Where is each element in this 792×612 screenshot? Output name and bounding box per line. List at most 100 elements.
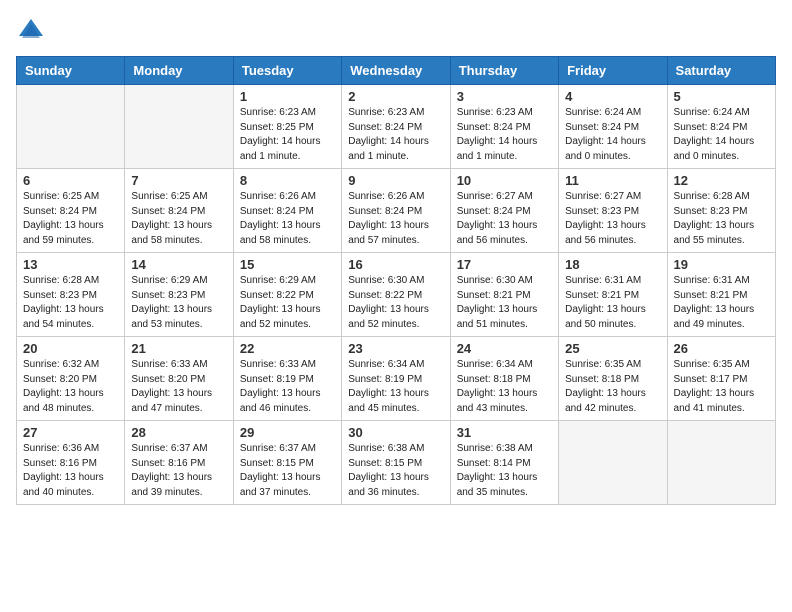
day-detail: Sunrise: 6:28 AM Sunset: 8:23 PM Dayligh… <box>674 190 769 248</box>
day-number: 30 <box>348 425 443 440</box>
calendar-table: SundayMondayTuesdayWednesdayThursdayFrid… <box>16 56 776 505</box>
day-detail: Sunrise: 6:23 AM Sunset: 8:24 PM Dayligh… <box>348 106 443 164</box>
calendar-cell <box>125 85 233 169</box>
day-number: 1 <box>240 89 335 104</box>
calendar-cell: 3 Sunrise: 6:23 AM Sunset: 8:24 PM Daylig… <box>450 85 558 169</box>
day-number: 6 <box>23 173 118 188</box>
calendar-week-2: 6 Sunrise: 6:25 AM Sunset: 8:24 PM Daylig… <box>17 169 776 253</box>
calendar-cell: 25 Sunrise: 6:35 AM Sunset: 8:18 PM Dayli… <box>559 337 667 421</box>
day-number: 8 <box>240 173 335 188</box>
day-header-tuesday: Tuesday <box>233 57 341 85</box>
calendar-cell: 12Sunrise: 6:28 AM Sunset: 8:23 PM Dayli… <box>667 169 775 253</box>
calendar-cell: 5 Sunrise: 6:24 AM Sunset: 8:24 PM Daylig… <box>667 85 775 169</box>
calendar-cell: 19 Sunrise: 6:31 AM Sunset: 8:21 PM Dayli… <box>667 253 775 337</box>
day-number: 3 <box>457 89 552 104</box>
calendar-cell: 1 Sunrise: 6:23 AM Sunset: 8:25 PM Daylig… <box>233 85 341 169</box>
day-detail: Sunrise: 6:34 AM Sunset: 8:19 PM Dayligh… <box>348 358 443 416</box>
calendar-cell: 26Sunrise: 6:35 AM Sunset: 8:17 PM Dayli… <box>667 337 775 421</box>
calendar-cell: 22Sunrise: 6:33 AM Sunset: 8:19 PM Dayli… <box>233 337 341 421</box>
day-number: 11 <box>565 173 660 188</box>
day-number: 10 <box>457 173 552 188</box>
day-number: 27 <box>23 425 118 440</box>
day-detail: Sunrise: 6:34 AM Sunset: 8:18 PM Dayligh… <box>457 358 552 416</box>
day-detail: Sunrise: 6:23 AM Sunset: 8:24 PM Dayligh… <box>457 106 552 164</box>
day-number: 17 <box>457 257 552 272</box>
logo-icon <box>16 16 46 46</box>
calendar-header-row: SundayMondayTuesdayWednesdayThursdayFrid… <box>17 57 776 85</box>
calendar-cell: 21Sunrise: 6:33 AM Sunset: 8:20 PM Dayli… <box>125 337 233 421</box>
day-detail: Sunrise: 6:26 AM Sunset: 8:24 PM Dayligh… <box>348 190 443 248</box>
day-header-friday: Friday <box>559 57 667 85</box>
day-number: 25 <box>565 341 660 356</box>
calendar-week-5: 27 Sunrise: 6:36 AM Sunset: 8:16 PM Dayli… <box>17 421 776 505</box>
day-detail: Sunrise: 6:25 AM Sunset: 8:24 PM Dayligh… <box>131 190 226 248</box>
day-number: 26 <box>674 341 769 356</box>
calendar-cell: 16 Sunrise: 6:30 AM Sunset: 8:22 PM Dayli… <box>342 253 450 337</box>
day-number: 19 <box>674 257 769 272</box>
day-detail: Sunrise: 6:27 AM Sunset: 8:23 PM Dayligh… <box>565 190 660 248</box>
calendar-cell: 9 Sunrise: 6:26 AM Sunset: 8:24 PM Daylig… <box>342 169 450 253</box>
day-detail: Sunrise: 6:36 AM Sunset: 8:16 PM Dayligh… <box>23 442 118 500</box>
day-detail: Sunrise: 6:31 AM Sunset: 8:21 PM Dayligh… <box>674 274 769 332</box>
calendar-cell: 8 Sunrise: 6:26 AM Sunset: 8:24 PM Daylig… <box>233 169 341 253</box>
calendar-cell: 30 Sunrise: 6:38 AM Sunset: 8:15 PM Dayli… <box>342 421 450 505</box>
day-number: 13 <box>23 257 118 272</box>
calendar-cell: 31Sunrise: 6:38 AM Sunset: 8:14 PM Dayli… <box>450 421 558 505</box>
day-detail: Sunrise: 6:35 AM Sunset: 8:18 PM Dayligh… <box>565 358 660 416</box>
calendar-cell <box>667 421 775 505</box>
day-detail: Sunrise: 6:38 AM Sunset: 8:15 PM Dayligh… <box>348 442 443 500</box>
calendar-cell: 17 Sunrise: 6:30 AM Sunset: 8:21 PM Dayli… <box>450 253 558 337</box>
day-number: 4 <box>565 89 660 104</box>
logo <box>16 16 50 46</box>
calendar-cell: 4 Sunrise: 6:24 AM Sunset: 8:24 PM Daylig… <box>559 85 667 169</box>
day-detail: Sunrise: 6:30 AM Sunset: 8:22 PM Dayligh… <box>348 274 443 332</box>
day-detail: Sunrise: 6:24 AM Sunset: 8:24 PM Dayligh… <box>674 106 769 164</box>
day-header-thursday: Thursday <box>450 57 558 85</box>
day-number: 24 <box>457 341 552 356</box>
day-detail: Sunrise: 6:23 AM Sunset: 8:25 PM Dayligh… <box>240 106 335 164</box>
calendar-cell <box>559 421 667 505</box>
day-number: 16 <box>348 257 443 272</box>
day-detail: Sunrise: 6:37 AM Sunset: 8:16 PM Dayligh… <box>131 442 226 500</box>
day-number: 22 <box>240 341 335 356</box>
day-detail: Sunrise: 6:30 AM Sunset: 8:21 PM Dayligh… <box>457 274 552 332</box>
day-number: 9 <box>348 173 443 188</box>
day-detail: Sunrise: 6:26 AM Sunset: 8:24 PM Dayligh… <box>240 190 335 248</box>
calendar-cell: 11 Sunrise: 6:27 AM Sunset: 8:23 PM Dayli… <box>559 169 667 253</box>
day-number: 15 <box>240 257 335 272</box>
day-number: 21 <box>131 341 226 356</box>
calendar-cell: 23 Sunrise: 6:34 AM Sunset: 8:19 PM Dayli… <box>342 337 450 421</box>
calendar-cell: 13Sunrise: 6:28 AM Sunset: 8:23 PM Dayli… <box>17 253 125 337</box>
calendar-week-1: 1 Sunrise: 6:23 AM Sunset: 8:25 PM Daylig… <box>17 85 776 169</box>
day-detail: Sunrise: 6:38 AM Sunset: 8:14 PM Dayligh… <box>457 442 552 500</box>
day-number: 7 <box>131 173 226 188</box>
day-number: 14 <box>131 257 226 272</box>
day-header-monday: Monday <box>125 57 233 85</box>
day-number: 28 <box>131 425 226 440</box>
day-number: 5 <box>674 89 769 104</box>
day-number: 2 <box>348 89 443 104</box>
day-number: 23 <box>348 341 443 356</box>
day-detail: Sunrise: 6:24 AM Sunset: 8:24 PM Dayligh… <box>565 106 660 164</box>
day-number: 20 <box>23 341 118 356</box>
calendar-cell: 28 Sunrise: 6:37 AM Sunset: 8:16 PM Dayli… <box>125 421 233 505</box>
calendar-cell: 14 Sunrise: 6:29 AM Sunset: 8:23 PM Dayli… <box>125 253 233 337</box>
day-header-wednesday: Wednesday <box>342 57 450 85</box>
day-detail: Sunrise: 6:29 AM Sunset: 8:23 PM Dayligh… <box>131 274 226 332</box>
calendar-cell: 27 Sunrise: 6:36 AM Sunset: 8:16 PM Dayli… <box>17 421 125 505</box>
day-header-saturday: Saturday <box>667 57 775 85</box>
calendar-week-4: 20Sunrise: 6:32 AM Sunset: 8:20 PM Dayli… <box>17 337 776 421</box>
calendar-cell: 24 Sunrise: 6:34 AM Sunset: 8:18 PM Dayli… <box>450 337 558 421</box>
day-header-sunday: Sunday <box>17 57 125 85</box>
calendar-cell: 18Sunrise: 6:31 AM Sunset: 8:21 PM Dayli… <box>559 253 667 337</box>
calendar-cell: 10Sunrise: 6:27 AM Sunset: 8:24 PM Dayli… <box>450 169 558 253</box>
day-detail: Sunrise: 6:25 AM Sunset: 8:24 PM Dayligh… <box>23 190 118 248</box>
day-number: 29 <box>240 425 335 440</box>
day-detail: Sunrise: 6:37 AM Sunset: 8:15 PM Dayligh… <box>240 442 335 500</box>
calendar-cell: 15Sunrise: 6:29 AM Sunset: 8:22 PM Dayli… <box>233 253 341 337</box>
page-header <box>16 16 776 46</box>
calendar-week-3: 13Sunrise: 6:28 AM Sunset: 8:23 PM Dayli… <box>17 253 776 337</box>
calendar-cell: 6 Sunrise: 6:25 AM Sunset: 8:24 PM Daylig… <box>17 169 125 253</box>
calendar-cell: 7 Sunrise: 6:25 AM Sunset: 8:24 PM Daylig… <box>125 169 233 253</box>
calendar-cell: 2 Sunrise: 6:23 AM Sunset: 8:24 PM Daylig… <box>342 85 450 169</box>
